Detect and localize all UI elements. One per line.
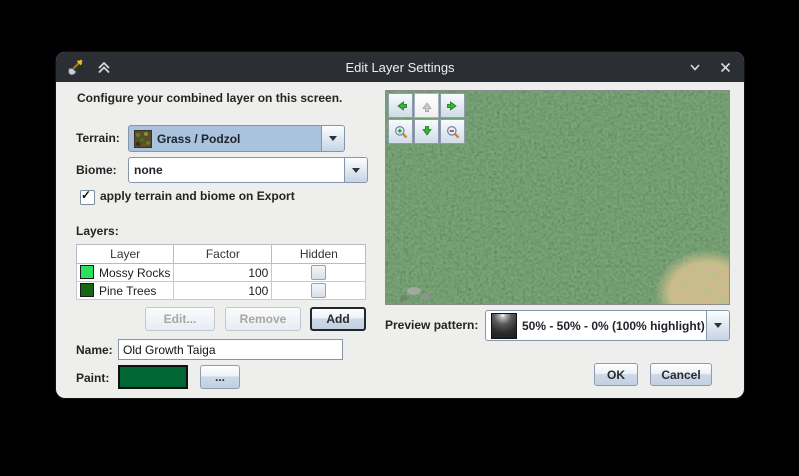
layer-factor-cell[interactable]: 100 — [173, 281, 273, 300]
preview-scroll-controls — [388, 93, 465, 144]
scroll-up-button[interactable] — [414, 93, 439, 118]
hidden-checkbox[interactable] — [311, 283, 327, 298]
terrain-selected-value: Grass / Podzol — [129, 129, 321, 148]
name-input[interactable] — [118, 339, 343, 360]
biome-dropdown-arrow[interactable] — [344, 158, 367, 182]
preview-pattern-label: Preview pattern: — [385, 318, 479, 332]
apply-export-label[interactable]: apply terrain and biome on Export — [100, 189, 295, 203]
terrain-dropdown-arrow[interactable] — [321, 126, 344, 151]
edit-layer-settings-dialog: Edit Layer Settings Configure your combi… — [56, 52, 744, 398]
column-header-hidden: Hidden — [271, 244, 367, 264]
roll-down-icon[interactable] — [686, 58, 704, 76]
apply-export-checkbox[interactable]: ✓ — [80, 188, 95, 205]
layers-table: Layer Factor Hidden Mossy Rocks 100 Pine… — [75, 244, 367, 300]
add-button[interactable]: Add — [310, 307, 366, 331]
terrain-label: Terrain: — [76, 131, 120, 145]
layers-label: Layers: — [76, 224, 119, 238]
ok-button[interactable]: OK — [594, 363, 638, 386]
column-header-factor: Factor — [173, 244, 273, 264]
preview-pattern-dropdown-arrow[interactable] — [706, 311, 729, 340]
desktop-background: Edit Layer Settings Configure your combi… — [0, 0, 799, 476]
layer-hidden-cell[interactable] — [271, 281, 367, 300]
check-icon: ✓ — [81, 188, 92, 202]
layer-hidden-cell[interactable] — [271, 263, 367, 282]
pattern-gradient-icon — [491, 312, 517, 339]
column-header-layer: Layer — [75, 244, 175, 264]
paint-label: Paint: — [76, 371, 110, 385]
terrain-texture-icon — [134, 129, 152, 148]
zoom-in-button[interactable] — [388, 119, 413, 144]
remove-button[interactable]: Remove — [225, 307, 301, 331]
intro-text: Configure your combined layer on this sc… — [77, 91, 343, 105]
layer-row-mossy-rocks[interactable]: Mossy Rocks 100 — [75, 263, 367, 282]
layer-factor-cell[interactable]: 100 — [173, 263, 273, 282]
layers-header-row: Layer Factor Hidden — [75, 244, 367, 264]
paint-browse-button[interactable]: ... — [200, 365, 240, 389]
preview-pattern-selected-value: 50% - 50% - 0% (100% highlight) — [486, 312, 706, 339]
layer-name-cell[interactable]: Pine Trees — [75, 281, 175, 300]
window-title: Edit Layer Settings — [345, 59, 455, 75]
layer-row-pine-trees[interactable]: Pine Trees 100 — [75, 281, 367, 300]
name-label: Name: — [76, 343, 113, 357]
cancel-button[interactable]: Cancel — [650, 363, 712, 386]
edit-button[interactable]: Edit... — [145, 307, 215, 331]
zoom-out-button[interactable] — [440, 119, 465, 144]
layer-color-swatch — [80, 283, 94, 297]
titlebar[interactable]: Edit Layer Settings — [56, 52, 744, 82]
terrain-combobox[interactable]: Grass / Podzol — [128, 125, 345, 152]
layer-color-swatch — [80, 265, 94, 279]
biome-combobox[interactable]: none — [128, 157, 368, 183]
biome-selected-value: none — [134, 163, 163, 177]
scroll-left-button[interactable] — [388, 93, 413, 118]
layer-name-cell[interactable]: Mossy Rocks — [75, 263, 175, 282]
scroll-right-button[interactable] — [440, 93, 465, 118]
close-icon[interactable] — [716, 58, 734, 76]
hidden-checkbox[interactable] — [311, 265, 327, 280]
layer-preview-panel — [385, 90, 730, 305]
biome-label: Biome: — [76, 163, 117, 177]
scroll-down-button[interactable] — [414, 119, 439, 144]
preview-pattern-combobox[interactable]: 50% - 50% - 0% (100% highlight) — [485, 310, 730, 341]
paint-color-swatch — [118, 365, 188, 389]
